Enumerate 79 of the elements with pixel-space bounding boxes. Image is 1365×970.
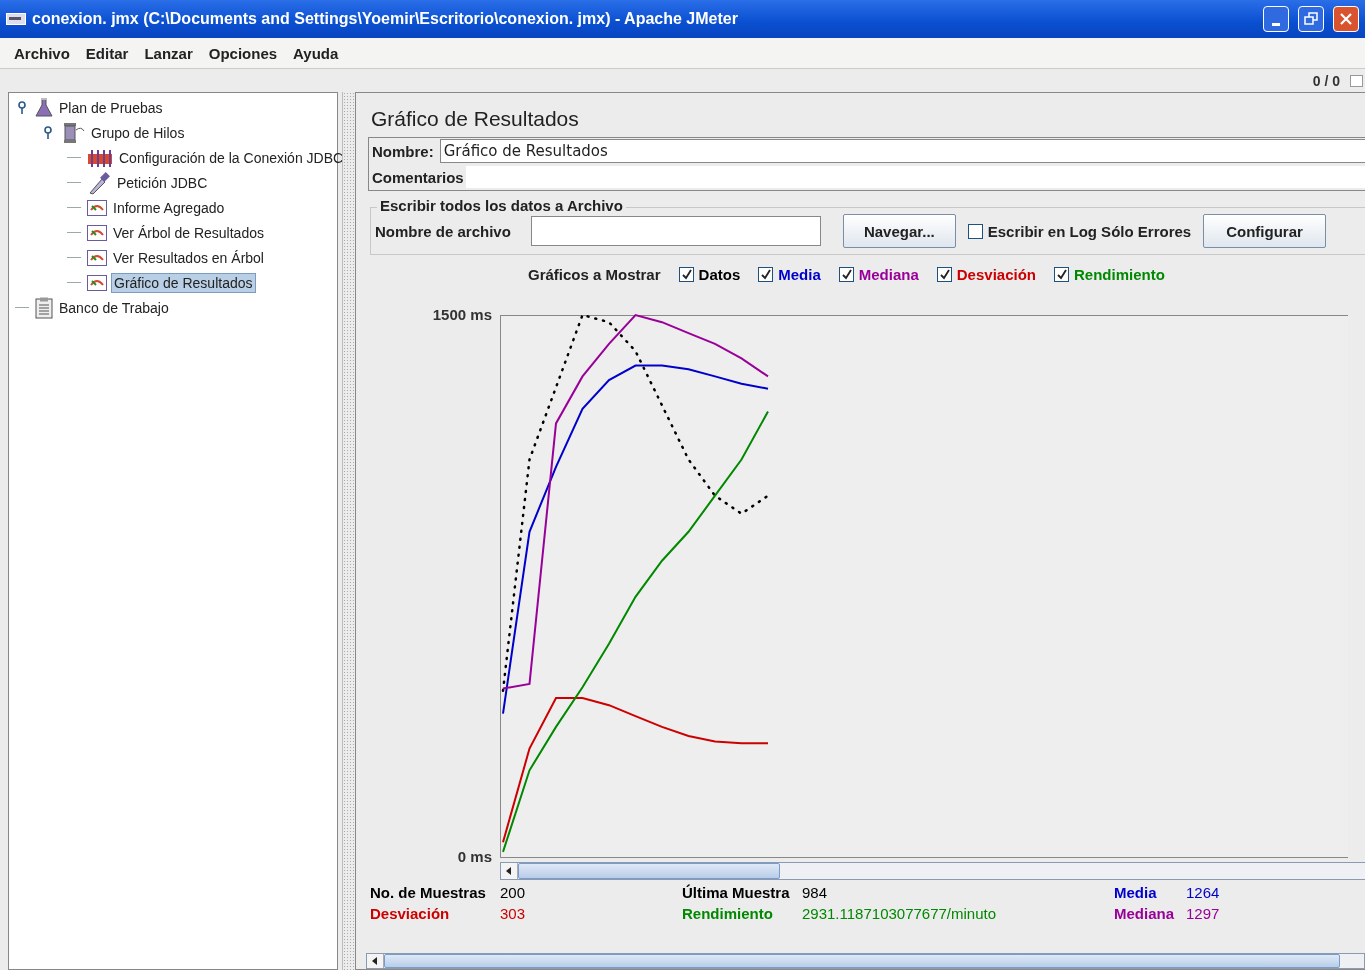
graph-icon [87,199,107,216]
tree-item[interactable]: Grupo de Hilos [89,123,187,142]
checkbox-label: Desviación [956,265,1036,283]
tree-item[interactable]: Informe Agregado [111,198,227,217]
panel-title: Gráfico de Resultados [371,107,580,131]
checkbox[interactable] [1054,266,1069,282]
field-label: Comentarios [372,168,464,186]
menu-item[interactable]: Opciones [208,44,278,62]
flask-icon [35,97,53,118]
browse-button[interactable]: Navegar... [842,214,956,248]
checkbox[interactable] [967,223,983,239]
menu-item[interactable]: Lanzar [144,44,193,62]
stat-value: 984 [802,884,829,901]
graph-icon [87,274,107,291]
scrollbar-thumb[interactable] [518,863,780,879]
stat-label: Última Muestra [682,884,791,901]
close-icon [1339,12,1353,26]
restore-icon [1304,12,1318,26]
square-icon [1350,74,1363,87]
stat-value: 1264 [1186,884,1221,901]
scroll-left-button[interactable] [501,863,518,879]
checkbox[interactable] [838,266,854,282]
stat-label: Mediana [1114,905,1175,922]
field-label: Nombre de archivo [375,222,511,240]
stat-label: Rendimiento [682,905,774,922]
expand-handle-icon[interactable] [42,125,54,140]
tree-item[interactable]: Gráfico de Resultados [111,272,256,293]
field-label: Gráficos a Mostrar [528,265,661,283]
stat-value: 303 [500,905,527,922]
horizontal-scrollbar[interactable] [366,953,1365,969]
checkbox-label: Media [778,265,821,283]
scroll-left-button[interactable] [367,954,384,968]
horizontal-scrollbar[interactable] [500,862,1365,880]
stat-value: 200 [500,884,527,901]
close-button[interactable] [1333,6,1359,32]
name-field[interactable]: Gráfico de Resultados [439,139,1365,163]
minimize-icon [1272,22,1280,26]
left-arrow-icon [372,957,378,965]
restore-button[interactable] [1298,6,1324,32]
configure-button[interactable]: Configurar [1203,214,1326,248]
tree-item[interactable]: Configuración de la Conexión JDBC [117,148,346,167]
tree-item[interactable]: Petición JDBC [115,173,210,192]
tree-item[interactable]: Banco de Trabajo [57,298,171,317]
stat-value: 1297 [1186,905,1221,922]
tree-item[interactable]: Ver Resultados en Árbol [111,248,266,267]
checkbox-label: Mediana [858,265,919,283]
stat-label: Desviación [370,905,451,922]
filename-field[interactable] [530,216,821,246]
stat-label: Media [1114,884,1158,901]
tree-item[interactable]: Ver Árbol de Resultados [111,223,266,242]
field-label: Nombre: [372,142,434,160]
menu-item[interactable]: Ayuda [293,44,339,62]
left-arrow-icon [506,867,512,875]
stat-value: 2931.1187103077677/minuto [802,905,998,922]
checkbox[interactable] [678,266,694,282]
menu-item[interactable]: Editar [85,44,129,62]
checkbox-label: Escribir en Log Sólo Errores [987,222,1192,240]
axis-tick-label: 0 ms [457,848,492,862]
checkbox[interactable] [936,266,952,282]
stat-label: No. de Muestras [370,884,487,901]
minimize-button[interactable] [1263,6,1289,32]
group-title: Escribir todos los datos a Archivo [377,197,626,214]
axis-tick-label: 1500 ms [432,306,492,323]
checkbox[interactable] [758,266,774,282]
graph-icon [87,224,107,241]
scrollbar-thumb[interactable] [384,954,1340,968]
dropper-icon [87,170,111,195]
gear-cluster-icon [87,147,113,168]
menu-item[interactable]: Archivo [14,44,70,62]
window-title: conexion. jmx (C:\Documents and Settings\Yoemir\Escritorio\conexion. jmx) - Apache JMeter [32,10,739,28]
graph-icon [87,249,107,266]
clipboard-icon [35,296,53,319]
expand-handle-icon[interactable] [16,100,28,115]
app-icon [6,13,26,25]
checkbox-label: Datos [698,265,741,283]
counter-text: 0 / 0 [1312,72,1340,89]
checkbox-label: Rendimiento [1074,265,1165,283]
spool-icon [61,121,85,144]
tree-item[interactable]: Plan de Pruebas [57,98,165,117]
